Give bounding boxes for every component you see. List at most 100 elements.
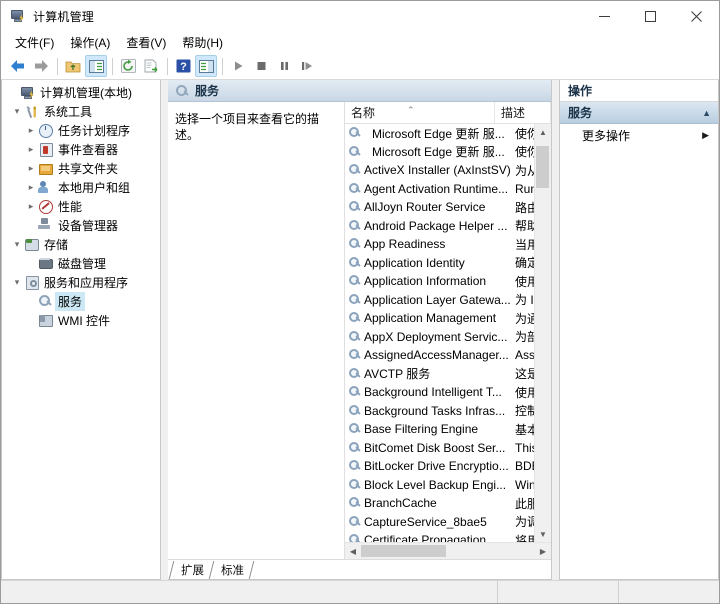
toolbar-separator-4 — [222, 58, 223, 75]
tree-item-disk-management[interactable]: 磁盘管理 — [2, 254, 160, 273]
tree-item-storage[interactable]: ▾ 存储 — [2, 235, 160, 254]
horizontal-scrollbar[interactable]: ◀ ▶ — [345, 542, 551, 559]
vertical-scrollbar-thumb[interactable] — [536, 146, 549, 188]
up-one-level-icon[interactable] — [62, 55, 84, 77]
forward-arrow-icon[interactable] — [30, 55, 52, 77]
scroll-left-icon[interactable]: ◀ — [345, 543, 361, 559]
twisty-collapsed-icon[interactable]: ▸ — [24, 125, 38, 136]
show-hide-console-tree-icon[interactable] — [85, 55, 107, 77]
minimize-button[interactable] — [581, 1, 627, 31]
service-gear-icon — [348, 496, 362, 510]
tree-item-event-viewer[interactable]: ▸ 事件查看器 — [2, 140, 160, 159]
export-list-icon[interactable] — [140, 55, 162, 77]
twisty-collapsed-icon[interactable]: ▸ — [24, 144, 38, 155]
disk-management-icon — [38, 256, 54, 272]
refresh-icon[interactable] — [117, 55, 139, 77]
table-row[interactable]: App Readiness当用... — [345, 235, 534, 254]
show-action-pane-icon[interactable] — [195, 55, 217, 77]
vertical-scrollbar-track[interactable] — [535, 140, 551, 526]
menu-action[interactable]: 操作(A) — [62, 32, 118, 53]
table-row[interactable]: Application Information使用... — [345, 272, 534, 291]
toolbar-separator-1 — [57, 58, 58, 75]
tab-standard[interactable]: 标准 — [210, 561, 254, 579]
table-row[interactable]: Application Identity确定... — [345, 254, 534, 273]
chevron-up-icon[interactable]: ▲ — [702, 108, 711, 118]
tree-item-performance[interactable]: ▸ 性能 — [2, 197, 160, 216]
service-name: Application Layer Gatewa... — [362, 293, 512, 307]
action-more-actions-label: 更多操作 — [582, 127, 702, 144]
actions-group-services[interactable]: 服务 ▲ — [560, 102, 718, 124]
column-header-name[interactable]: 名称 ⌃ — [345, 102, 495, 123]
table-row[interactable]: Base Filtering Engine基本... — [345, 420, 534, 439]
table-row[interactable]: Background Intelligent T...使用... — [345, 383, 534, 402]
stop-service-icon[interactable] — [250, 55, 272, 77]
table-row[interactable]: Agent Activation Runtime...Runt. — [345, 180, 534, 199]
table-row[interactable]: BranchCache此服... — [345, 494, 534, 513]
table-row[interactable]: Background Tasks Infras...控制... — [345, 402, 534, 421]
tree-item-services[interactable]: 服务 — [2, 292, 160, 311]
table-row[interactable]: Block Level Backup Engi...Win... — [345, 476, 534, 495]
scroll-up-icon[interactable]: ▲ — [535, 124, 551, 140]
menu-view[interactable]: 查看(V) — [118, 32, 174, 53]
horizontal-scrollbar-track[interactable] — [361, 543, 535, 559]
table-row[interactable]: Android Package Helper ...帮助... — [345, 217, 534, 236]
table-row[interactable]: AppX Deployment Servic...为部... — [345, 328, 534, 347]
storage-icon — [24, 237, 40, 253]
tree-item-shared-folders[interactable]: ▸ 共享文件夹 — [2, 159, 160, 178]
table-row[interactable]: Application Layer Gatewa...为 In. — [345, 291, 534, 310]
table-row[interactable]: BitLocker Drive Encryptio...BDE... — [345, 457, 534, 476]
twisty-expanded-icon[interactable]: ▾ — [10, 239, 24, 250]
service-name: Certificate Propagation — [362, 533, 512, 542]
table-row[interactable]: Certificate Propagation将用... — [345, 531, 534, 542]
table-row[interactable]: AVCTP 服务这是... — [345, 365, 534, 384]
table-row[interactable]: BitComet Disk Boost Ser...This . — [345, 439, 534, 458]
restart-service-icon[interactable] — [296, 55, 318, 77]
twisty-expanded-icon[interactable]: ▾ — [10, 106, 24, 117]
tree-item-wmi-control[interactable]: WMI 控件 — [2, 311, 160, 330]
window-controls — [581, 1, 719, 31]
table-row[interactable]: ActiveX Installer (AxInstSV)为从 . — [345, 161, 534, 180]
menu-file[interactable]: 文件(F) — [7, 32, 62, 53]
table-row[interactable]: Microsoft Edge 更新 服...使你... — [345, 124, 534, 143]
tree-item-task-scheduler[interactable]: ▸ 任务计划程序 — [2, 121, 160, 140]
service-gear-icon — [348, 237, 362, 251]
menu-help[interactable]: 帮助(H) — [174, 32, 231, 53]
vertical-scrollbar[interactable]: ▲ ▼ — [534, 124, 551, 542]
service-name: Base Filtering Engine — [362, 422, 512, 436]
service-gear-icon — [348, 311, 362, 325]
back-arrow-icon[interactable] — [7, 55, 29, 77]
scroll-down-icon[interactable]: ▼ — [535, 526, 551, 542]
table-row[interactable]: CaptureService_8bae5为调... — [345, 513, 534, 532]
service-name: AppX Deployment Servic... — [362, 330, 512, 344]
tree-item-computer-management[interactable]: 计算机管理(本地) — [2, 83, 160, 102]
tab-extended[interactable]: 扩展 — [169, 561, 214, 579]
table-row[interactable]: AssignedAccessManager...Assi... — [345, 346, 534, 365]
tree-item-system-tools[interactable]: ▾ 系统工具 — [2, 102, 160, 121]
twisty-expanded-icon[interactable]: ▾ — [10, 277, 24, 288]
help-icon[interactable]: ? — [172, 55, 194, 77]
tree-item-services-and-applications[interactable]: ▾ 服务和应用程序 — [2, 273, 160, 292]
service-name: Block Level Backup Engi... — [362, 478, 512, 492]
twisty-collapsed-icon[interactable]: ▸ — [24, 201, 38, 212]
service-name: AssignedAccessManager... — [362, 348, 512, 362]
tree-item-label: 系统工具 — [44, 103, 92, 120]
table-row[interactable]: AllJoyn Router Service路由... — [345, 198, 534, 217]
column-header-description[interactable]: 描述 — [495, 102, 551, 123]
console-tree-pane[interactable]: 计算机管理(本地) ▾ 系统工具 ▸ 任务计划程序 — [1, 80, 161, 580]
table-row[interactable]: Application Management为通... — [345, 309, 534, 328]
scroll-right-icon[interactable]: ▶ — [535, 543, 551, 559]
services-rows-container[interactable]: Microsoft Edge 更新 服...使你... Microsoft Ed… — [345, 124, 534, 542]
close-button[interactable] — [673, 1, 719, 31]
action-more-actions[interactable]: 更多操作 ▶ — [560, 124, 718, 146]
service-gear-icon — [348, 533, 362, 542]
start-service-icon[interactable] — [227, 55, 249, 77]
table-row[interactable]: Microsoft Edge 更新 服...使你... — [345, 143, 534, 162]
pause-service-icon[interactable] — [273, 55, 295, 77]
twisty-collapsed-icon[interactable]: ▸ — [24, 182, 38, 193]
tree-item-local-users-groups[interactable]: ▸ 本地用户和组 — [2, 178, 160, 197]
horizontal-scrollbar-thumb[interactable] — [361, 545, 446, 557]
twisty-collapsed-icon[interactable]: ▸ — [24, 163, 38, 174]
tree-item-device-manager[interactable]: 设备管理器 — [2, 216, 160, 235]
service-description: 为部... — [512, 328, 534, 345]
maximize-button[interactable] — [627, 1, 673, 31]
